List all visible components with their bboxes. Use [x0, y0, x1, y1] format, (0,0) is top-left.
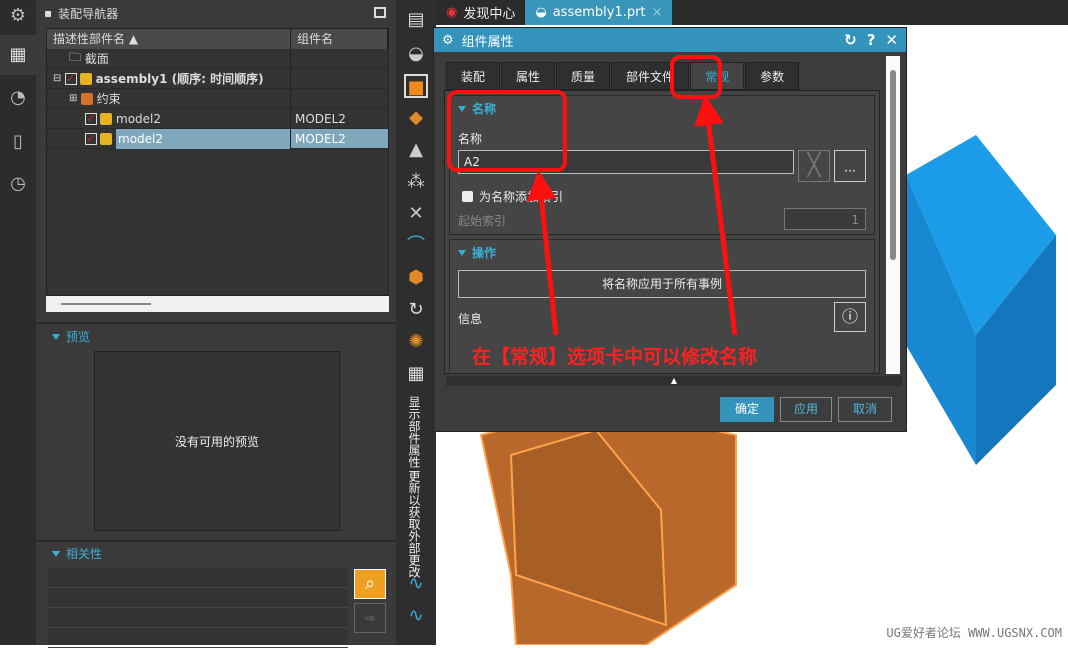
pattern-icon[interactable]: ⁂ [404, 170, 428, 194]
clear-name-button[interactable]: ╳ [798, 150, 830, 182]
gear-icon: ⚙ [442, 32, 454, 48]
file-tabs: ◉ 发现中心 ◒ assembly1.prt × [436, 0, 1068, 25]
tab-attributes[interactable]: 属性 [501, 62, 556, 90]
update-external-changes-button[interactable]: 更新以获取外部更改 [406, 470, 423, 578]
folder-icon: 🗀 [69, 50, 85, 64]
expand-icon[interactable]: ⊞ [69, 93, 81, 104]
motion-icon[interactable]: ✺ [404, 330, 428, 354]
history-icon[interactable]: ◷ [6, 172, 30, 196]
horizontal-scrollbar[interactable] [46, 296, 389, 312]
component-icon [100, 132, 112, 145]
curve-icon[interactable]: ⌒ [404, 234, 428, 258]
rotate-icon[interactable]: ↻ [404, 298, 428, 322]
assembly-navigator: ▪ 装配导航器 描述性部件名 ▲ 组件名 🗀 截面 ⊟ ✓ assembly1 (顺… [36, 0, 396, 648]
part-file-icon: ◒ [535, 5, 547, 20]
tab-parameters[interactable]: 参数 [745, 62, 800, 90]
dependencies-section-header[interactable]: 相关性 [36, 545, 102, 562]
vertical-toolbar: ▤ ◒ ■ ◆ ▲ ⁂ ✕ ⌒ ⬢ ↻ ✺ ▦ 显示部件属性 更新以获取外部更改… [396, 0, 436, 645]
discovery-icon: ◉ [446, 5, 458, 20]
shell-icon[interactable]: ⬢ [404, 266, 428, 290]
navigator-tree: 描述性部件名 ▲ 组件名 🗀 截面 ⊟ ✓ assembly1 (顺序: 时间顺序… [46, 28, 389, 296]
search-icon[interactable]: ⌕ [354, 569, 386, 599]
vertical-scrollbar[interactable] [886, 56, 900, 374]
tree-row-section[interactable]: 🗀 截面 [47, 49, 388, 69]
column-header-component-name[interactable]: 组件名 [291, 29, 388, 49]
tree-row-assembly[interactable]: ⊟ ✓ assembly1 (顺序: 时间顺序) [47, 69, 388, 89]
ok-button[interactable]: 确定 [720, 397, 774, 422]
info-icon[interactable]: ⓘ [834, 302, 866, 332]
block-icon[interactable]: ■ [404, 74, 428, 98]
spline-icon[interactable]: ∿ [404, 572, 428, 596]
assembly-navigator-icon: ▦ [9, 44, 27, 65]
add-index-checkbox[interactable]: 为名称添加索引 [462, 188, 563, 205]
column-header-part-name[interactable]: 描述性部件名 ▲ [47, 29, 291, 49]
collapse-triangle-icon [52, 550, 60, 557]
reuse-library-icon[interactable]: ▯ [6, 130, 30, 154]
info-label: 信息 [458, 312, 483, 326]
graphics-marker: · [941, 153, 944, 162]
tab-assembly1[interactable]: ◒ assembly1.prt × [525, 0, 673, 25]
apply-name-to-all-button[interactable]: 将名称应用于所有事例 [458, 270, 866, 298]
edit-icon[interactable]: ▤ [404, 8, 428, 32]
extrude-icon[interactable]: ▲ [404, 138, 428, 162]
resource-bar: ⚙ ▦ ◔ ▯ ◷ [0, 0, 36, 645]
more-options-button[interactable]: ··· [834, 150, 866, 182]
preview-section-header[interactable]: 预览 [36, 328, 90, 345]
navigator-title: 装配导航器 [58, 6, 119, 21]
help-icon[interactable]: ? [867, 31, 876, 49]
navigator-icon: ▪ [44, 6, 53, 20]
spline2-icon[interactable]: ∿ [404, 604, 428, 628]
tree-row-model2[interactable]: ✓ model2 MODEL2 [47, 109, 388, 129]
collapse-arrow-icon[interactable]: ▲ [446, 376, 902, 386]
operations-group-header[interactable]: 操作 [450, 244, 874, 261]
tab-discovery-center[interactable]: ◉ 发现中心 [436, 0, 525, 25]
tab-assembly[interactable]: 装配 [446, 62, 501, 90]
show-part-properties-button[interactable]: 显示部件属性 [406, 396, 423, 468]
preview-area: 没有可用的预览 [94, 351, 340, 531]
highlight-general-tab [670, 55, 722, 99]
component-icon [100, 112, 112, 125]
apply-button[interactable]: 应用 [780, 397, 832, 422]
assembly-icon [79, 72, 92, 85]
delete-body-icon[interactable]: ✕ [404, 202, 428, 226]
dialog-title: 组件属性 [461, 34, 514, 50]
cancel-button[interactable]: 取消 [838, 397, 892, 422]
visibility-checkbox[interactable]: ✓ [64, 72, 77, 85]
highlight-name-field [447, 90, 567, 172]
annotation-text: 在【常规】选项卡中可以修改名称 [472, 346, 758, 368]
table-icon[interactable]: ▦ [404, 362, 428, 386]
collapse-triangle-icon [52, 333, 60, 340]
visibility-checkbox[interactable]: ✓ [85, 112, 97, 125]
maximize-button[interactable] [374, 7, 386, 18]
tab-mass[interactable]: 质量 [556, 62, 611, 90]
tree-row-model2-selected[interactable]: ✓ model2 MODEL2 [47, 128, 388, 149]
gear-icon[interactable]: ⚙ [6, 4, 30, 28]
dependencies-list [48, 568, 348, 648]
start-index-label: 起始索引 [458, 214, 507, 228]
watermark: UG爱好者论坛 WWW.UGSNX.COM [886, 626, 1062, 640]
wave-icon[interactable]: ◆ [404, 106, 428, 130]
visibility-checkbox[interactable]: ✓ [85, 132, 97, 145]
close-tab-icon[interactable]: × [652, 5, 663, 20]
arrow-right-icon[interactable]: ⇨ [354, 603, 386, 633]
collapse-icon[interactable]: ⊟ [53, 73, 65, 84]
dialog-titlebar[interactable]: ⚙ 组件属性 ↻? ✕ [434, 28, 906, 52]
tree-row-constraints[interactable]: ⊞ 约束 [47, 89, 388, 109]
close-icon[interactable]: ✕ [885, 31, 898, 49]
constraints-icon [80, 92, 93, 105]
part-icon[interactable]: ◒ [404, 42, 428, 66]
start-index-input[interactable]: 1 [784, 208, 866, 230]
reset-icon[interactable]: ↻ [844, 31, 857, 49]
assembly-navigator-tab[interactable]: ▦ [0, 35, 36, 75]
part-navigator-icon[interactable]: ◔ [6, 86, 30, 110]
